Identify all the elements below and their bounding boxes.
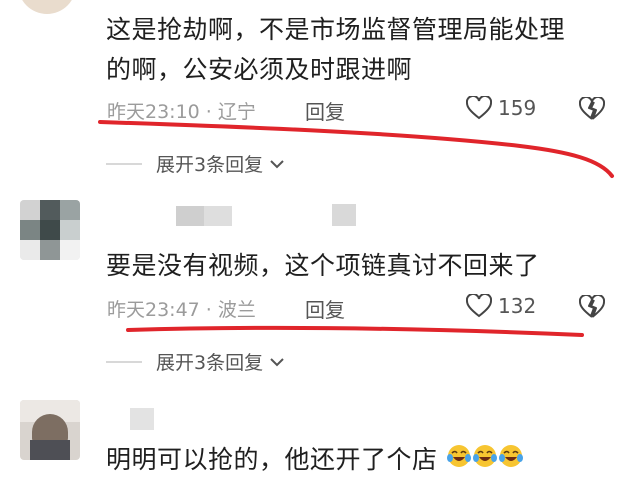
chevron-down-icon xyxy=(270,357,284,366)
comment-time: 昨天23:47 xyxy=(107,299,200,321)
reply-button[interactable]: 回复 xyxy=(305,294,345,323)
meta-separator: · xyxy=(199,299,218,321)
divider xyxy=(106,360,142,363)
laugh-cry-emoji xyxy=(446,441,472,481)
reply-button[interactable]: 回复 xyxy=(305,96,345,125)
username-blurred[interactable] xyxy=(176,204,236,228)
comment-text: 要是没有视频，这个项链真讨不回来了 xyxy=(106,251,540,280)
comment-time: 昨天23:10 xyxy=(107,101,200,123)
avatar[interactable] xyxy=(20,400,80,460)
divider xyxy=(106,162,142,165)
avatar[interactable] xyxy=(20,200,80,260)
broken-heart-icon[interactable] xyxy=(579,97,605,121)
badge-blurred xyxy=(332,204,356,226)
comment-text-content: 明明可以抢的，他还开了个店 xyxy=(106,445,438,474)
like-count: 159 xyxy=(498,96,537,120)
comment-text: 这是抢劫啊，不是市场监督管理局能处理 的啊，公安必须及时跟进啊 xyxy=(106,10,565,90)
expand-label: 展开3条回复 xyxy=(156,154,264,176)
comment-text: 明明可以抢的，他还开了个店 xyxy=(106,440,524,481)
comment-meta: 昨天23:47 · 波兰 xyxy=(107,295,256,322)
expand-replies[interactable]: 展开3条回复 xyxy=(106,348,285,375)
expand-replies[interactable]: 展开3条回复 xyxy=(106,150,285,177)
comment-text-line: 的啊，公安必须及时跟进啊 xyxy=(106,55,413,84)
comment-meta: 昨天23:10 · 辽宁 xyxy=(107,97,256,124)
red-underline-2 xyxy=(126,325,584,337)
avatar[interactable] xyxy=(18,0,76,14)
broken-heart-icon[interactable] xyxy=(579,295,605,319)
comment-location: 波兰 xyxy=(217,299,256,321)
chevron-down-icon xyxy=(270,159,284,168)
heart-icon xyxy=(466,294,492,318)
comment-location: 辽宁 xyxy=(217,101,256,123)
heart-icon xyxy=(466,96,492,120)
like-button[interactable]: 159 xyxy=(466,96,536,120)
like-count: 132 xyxy=(498,294,537,318)
expand-label: 展开3条回复 xyxy=(156,352,264,374)
like-button[interactable]: 132 xyxy=(466,294,536,318)
meta-separator: · xyxy=(199,101,218,123)
laugh-cry-emoji xyxy=(498,441,524,481)
username-blurred[interactable] xyxy=(130,408,154,430)
comment-text-line: 这是抢劫啊，不是市场监督管理局能处理 xyxy=(106,15,566,44)
laugh-cry-emoji xyxy=(472,441,498,481)
